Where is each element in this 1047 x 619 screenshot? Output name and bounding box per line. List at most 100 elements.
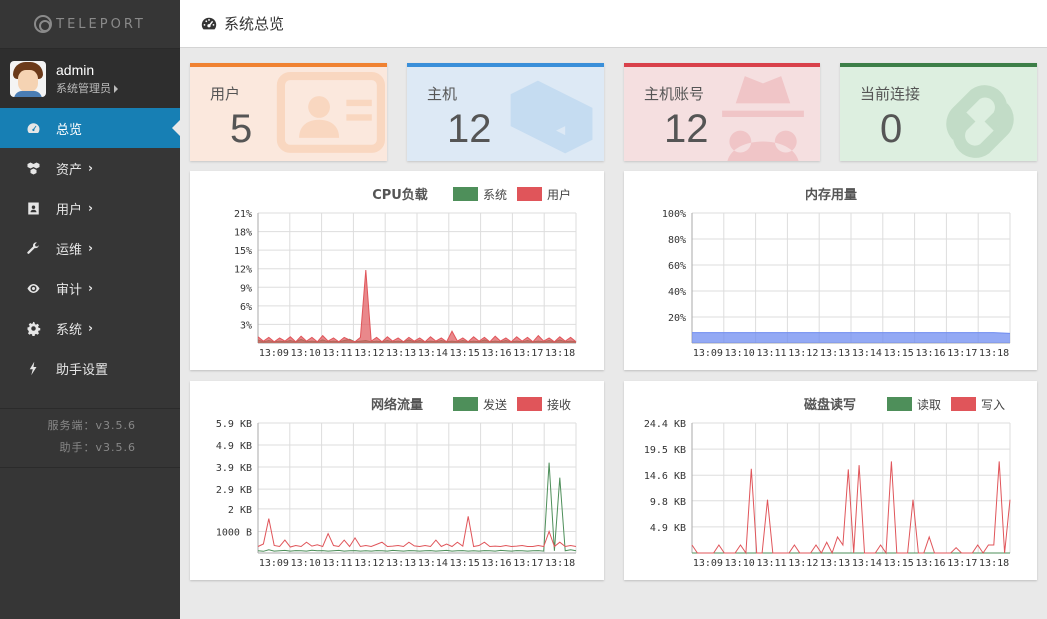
legend-label[interactable]: 用户 xyxy=(547,187,571,202)
x-tick-label: 13:15 xyxy=(450,348,480,359)
chart-svg: 网络流量 发送 接收 1000 B 2 KB 2.9 KB 3.9 KB 4.9 KB 5.9 … xyxy=(216,397,577,569)
y-tick-label: 2.9 KB xyxy=(216,485,252,496)
x-tick-label: 13:13 xyxy=(386,348,416,359)
stat-card-value: 5 xyxy=(230,107,253,151)
chevron-right-icon: › xyxy=(88,281,93,295)
legend-label[interactable]: 写入 xyxy=(981,398,1005,412)
caret-right-icon xyxy=(114,84,118,93)
x-tick-label: 13:18 xyxy=(979,348,1009,359)
user-name: admin xyxy=(56,61,95,78)
x-tick-label: 13:17 xyxy=(947,348,977,359)
sidebar-item-1[interactable]: 资产 › xyxy=(0,148,180,188)
dashboard-icon xyxy=(201,17,217,29)
legend-swatch[interactable] xyxy=(951,397,976,411)
y-tick-label: 19.5 KB xyxy=(644,445,686,456)
sidebar-item-6[interactable]: 助手设置 xyxy=(0,348,180,388)
legend-swatch[interactable] xyxy=(517,187,542,201)
x-tick-label: 13:11 xyxy=(756,558,786,569)
x-tick-label: 13:12 xyxy=(788,348,818,359)
chevron-right-icon: › xyxy=(88,201,93,215)
y-tick-label: 60% xyxy=(668,261,686,272)
chevron-right-icon: › xyxy=(88,161,93,175)
teleport-logo-icon xyxy=(34,15,53,33)
chart-svg: 磁盘读写 读取 写入 4.9 KB 9.8 KB 14.6 KB 19.5 KB 24.4 K… xyxy=(644,397,1011,569)
sidebar-item-5[interactable]: 系统 › xyxy=(0,308,180,348)
x-tick-label: 13:09 xyxy=(693,558,723,569)
bolt-icon xyxy=(25,360,41,376)
y-tick-label: 5.9 KB xyxy=(216,419,252,430)
x-tick-label: 13:10 xyxy=(291,558,321,569)
x-tick-label: 13:16 xyxy=(915,348,945,359)
legend-swatch[interactable] xyxy=(453,397,478,411)
stat-card-value: 0 xyxy=(880,107,903,151)
legend-label[interactable]: 发送 xyxy=(483,397,507,412)
chart-title: 磁盘读写 xyxy=(804,397,856,413)
cubes-icon xyxy=(510,80,593,154)
stat-card-2[interactable]: 主机账号 12 xyxy=(624,63,820,161)
user-role[interactable]: 系统管理员 xyxy=(56,80,118,96)
sidebar-item-label: 资产 xyxy=(56,162,83,178)
x-tick-label: 13:17 xyxy=(513,348,543,359)
stat-card-label: 当前连接 xyxy=(860,85,921,103)
x-tick-label: 13:10 xyxy=(725,348,755,359)
x-tick-label: 13:13 xyxy=(820,558,850,569)
sidebar-item-2[interactable]: 用户 › xyxy=(0,188,180,228)
y-tick-label: 21% xyxy=(234,209,252,220)
legend-label[interactable]: 系统 xyxy=(483,188,507,202)
stat-card-label: 主机 xyxy=(427,85,458,103)
y-tick-label: 40% xyxy=(668,287,686,298)
legend-swatch[interactable] xyxy=(453,187,478,201)
spy-icon xyxy=(722,76,804,161)
dashboard-icon xyxy=(25,120,41,136)
sidebar-item-label: 系统 xyxy=(56,322,83,338)
x-tick-label: 13:09 xyxy=(259,348,289,359)
id-card-icon xyxy=(276,72,385,153)
sidebar-nav: 总览 资产 › 用户 › 运维 › 审计 › 系统 › 助手设置 xyxy=(0,108,180,388)
sidebar-item-0[interactable]: 总览 xyxy=(0,108,180,148)
memory-chart-panel: 内存用量 20% 40% 60% 80% 100% 13:09 13:10 13:11 13:12… xyxy=(624,171,1037,370)
version-info: 服务端：v3.5.6 助手：v3.5.6 xyxy=(0,408,180,468)
avatar[interactable] xyxy=(10,60,46,97)
sidebar-item-label: 总览 xyxy=(56,122,83,138)
y-tick-label: 4.9 KB xyxy=(650,523,686,534)
x-tick-label: 13:10 xyxy=(291,348,321,359)
legend-label[interactable]: 读取 xyxy=(917,398,941,412)
stat-card-3[interactable]: 当前连接 0 xyxy=(840,63,1037,161)
sidebar-item-label: 运维 xyxy=(56,242,83,258)
chart-title: CPU负载 xyxy=(372,187,428,203)
stat-card-1[interactable]: 主机 12 xyxy=(407,63,604,161)
logo[interactable]: TELEPORT xyxy=(0,0,180,48)
series-area-0 xyxy=(692,332,1010,343)
y-tick-label: 20% xyxy=(668,313,686,324)
x-tick-label: 13:17 xyxy=(947,558,977,569)
link-icon xyxy=(946,85,1014,158)
legend-label[interactable]: 接收 xyxy=(547,397,571,412)
stat-card-0[interactable]: 用户 5 xyxy=(190,63,387,161)
y-tick-label: 6% xyxy=(240,302,252,313)
user-role-label: 系统管理员 xyxy=(56,81,111,95)
user-profile[interactable]: admin 系统管理员 xyxy=(0,48,180,108)
chart-svg: 内存用量 20% 40% 60% 80% 100% 13:09 13:10 13:11 13:12… xyxy=(662,187,1011,359)
x-tick-label: 13:11 xyxy=(322,558,352,569)
y-tick-label: 24.4 KB xyxy=(644,419,686,430)
y-tick-label: 3% xyxy=(240,320,252,331)
x-tick-label: 13:14 xyxy=(852,348,882,359)
y-tick-label: 80% xyxy=(668,235,686,246)
stat-card-value: 12 xyxy=(447,107,492,151)
chevron-right-icon: › xyxy=(88,241,93,255)
wrench-icon xyxy=(25,240,41,256)
x-tick-label: 13:14 xyxy=(418,348,448,359)
y-tick-label: 2 KB xyxy=(228,505,252,516)
sidebar-item-label: 审计 xyxy=(56,282,83,298)
sidebar-item-3[interactable]: 运维 › xyxy=(0,228,180,268)
x-tick-label: 13:10 xyxy=(725,558,755,569)
stat-card-value: 12 xyxy=(664,107,709,151)
stat-card-label: 主机账号 xyxy=(644,85,705,103)
logo-text: TELEPORT xyxy=(56,16,146,32)
assist-version: 助手：v3.5.6 xyxy=(59,441,136,454)
legend-swatch[interactable] xyxy=(887,397,912,411)
x-tick-label: 13:12 xyxy=(354,348,384,359)
y-tick-label: 3.9 KB xyxy=(216,463,252,474)
sidebar-item-4[interactable]: 审计 › xyxy=(0,268,180,308)
legend-swatch[interactable] xyxy=(517,397,542,411)
